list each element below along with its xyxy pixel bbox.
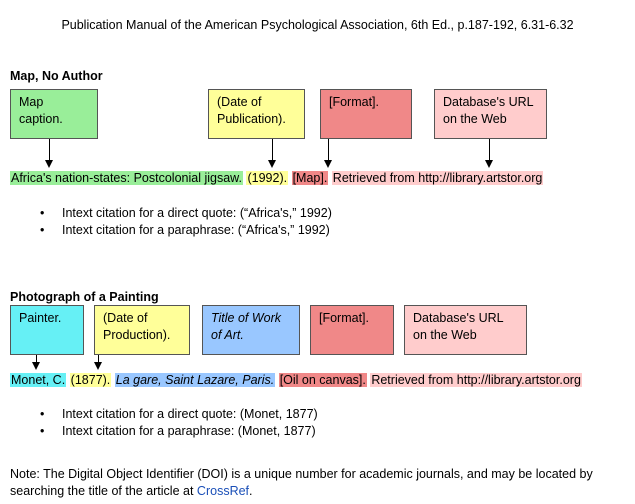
- photo-section-title: Photograph of a Painting: [10, 290, 159, 304]
- map-url-box: Database's URL on the Web: [434, 89, 547, 139]
- photo-citation-date: (1877).: [69, 373, 112, 387]
- photo-citation: Monet, C. (1877). La gare, Saint Lazare,…: [10, 372, 582, 388]
- photo-citation-title: La gare, Saint Lazare, Paris.: [114, 373, 276, 387]
- photo-citation-url: Retrieved from http://library.artstor.or…: [370, 373, 582, 387]
- doi-note: Note: The Digital Object Identifier (DOI…: [10, 466, 635, 500]
- map-format-box: [Format].: [320, 89, 412, 139]
- photo-bullet-list: Intext citation for a direct quote: (Mon…: [40, 406, 318, 440]
- photo-date-arrow-head: [94, 362, 102, 370]
- photo-date-box: (Date of Production).: [94, 305, 190, 355]
- map-citation-url: Retrieved from http://library.artstor.or…: [331, 171, 544, 185]
- map-citation: Africa's nation-states: Postcolonial jig…: [10, 170, 544, 186]
- map-citation-date: (1992).: [246, 171, 289, 185]
- map-section-title: Map, No Author: [10, 69, 103, 83]
- map-url-arrow-line: [489, 139, 490, 161]
- photo-title-box: Title of Work of Art.: [202, 305, 300, 355]
- crossref-link[interactable]: CrossRef: [197, 484, 249, 498]
- doi-note-end: .: [249, 484, 253, 498]
- map-date-arrow-head: [268, 160, 276, 168]
- map-url-arrow-head: [485, 160, 493, 168]
- map-caption-arrow-line: [49, 139, 50, 161]
- photo-citation-format: [Oil on canvas].: [278, 373, 367, 387]
- map-bullet-list: Intext citation for a direct quote: (“Af…: [40, 205, 332, 239]
- list-item: Intext citation for a paraphrase: (“Afri…: [40, 222, 332, 239]
- photo-format-box: [Format].: [310, 305, 394, 355]
- map-format-arrow-head: [324, 160, 332, 168]
- photo-citation-painter: Monet, C.: [10, 373, 67, 387]
- photo-painter-arrow-head: [32, 362, 40, 370]
- map-format-arrow-line: [328, 139, 329, 161]
- doi-note-text: Note: The Digital Object Identifier (DOI…: [10, 467, 593, 498]
- list-item: Intext citation for a direct quote: (Mon…: [40, 406, 318, 423]
- photo-url-box: Database's URL on the Web: [404, 305, 527, 355]
- map-citation-format: [Map].: [291, 171, 329, 185]
- list-item: Intext citation for a paraphrase: (Monet…: [40, 423, 318, 440]
- photo-painter-box: Painter.: [10, 305, 84, 355]
- map-citation-caption: Africa's nation-states: Postcolonial jig…: [10, 171, 243, 185]
- map-date-box: (Date of Publication).: [208, 89, 305, 139]
- map-caption-arrow-head: [45, 160, 53, 168]
- map-caption-box: Map caption.: [10, 89, 98, 139]
- list-item: Intext citation for a direct quote: (“Af…: [40, 205, 332, 222]
- map-date-arrow-line: [272, 139, 273, 161]
- page-header: Publication Manual of the American Psych…: [61, 18, 574, 32]
